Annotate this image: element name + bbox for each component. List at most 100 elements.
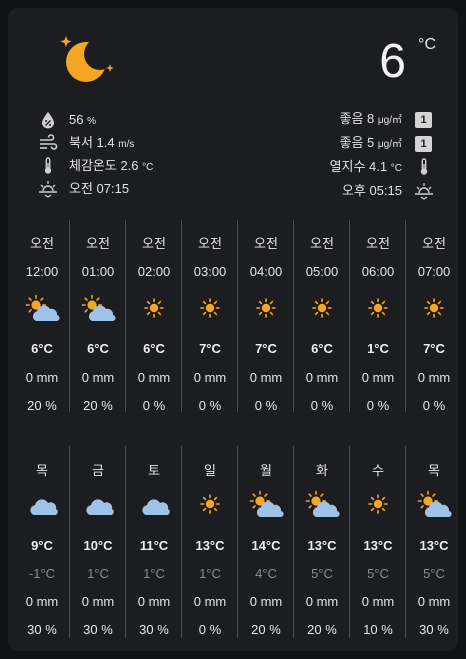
partly-cloudy-icon — [81, 294, 116, 322]
hour-temperature: 6°C — [311, 341, 333, 356]
partly-cloudy-icon — [249, 490, 284, 518]
day-precipitation: 0 mm — [193, 594, 227, 609]
day-low-temp: -1°C — [28, 566, 56, 581]
sunny-icon — [200, 494, 220, 514]
current-temperature: 6 — [379, 35, 406, 88]
weather-icon — [238, 489, 294, 519]
day-precip-probability: 0 % — [198, 622, 222, 637]
hour-temperature: 6°C — [87, 341, 109, 356]
day-high-temp: 9°C — [31, 538, 53, 553]
day-precip-probability: 30 % — [419, 622, 449, 637]
hour-time: 05:00 — [305, 264, 339, 279]
weather-icon — [182, 489, 238, 519]
pm25-value: 좋음 5 μg/㎥ — [339, 135, 403, 150]
day-label: 금 — [92, 463, 104, 478]
partly-cloudy-icon — [25, 294, 60, 322]
hour-ampm: 오전 — [310, 236, 334, 251]
daily-column: 목 13°C 5°C 0 mm 30 % — [406, 444, 458, 644]
hour-precipitation: 0 mm — [25, 370, 59, 385]
hour-temperature: 7°C — [255, 341, 277, 356]
day-precip-probability: 30 % — [139, 622, 169, 637]
humidity-value: 56 % — [69, 112, 96, 127]
hour-temperature: 7°C — [199, 341, 221, 356]
day-low-temp: 5°C — [423, 566, 445, 581]
hour-precip-probability: 20 % — [83, 398, 113, 413]
day-precip-probability: 10 % — [363, 622, 393, 637]
day-high-temp: 13°C — [307, 538, 337, 553]
hour-ampm: 오전 — [30, 236, 54, 251]
day-precipitation: 0 mm — [249, 594, 283, 609]
hourly-column: 오전 01:00 6°C 0 mm 20 % — [70, 218, 126, 418]
daily-column: 일 13°C 1°C 0 mm 0 % — [182, 444, 238, 644]
hour-time: 04:00 — [249, 264, 283, 279]
day-low-temp: 4°C — [255, 566, 277, 581]
hour-precipitation: 0 mm — [249, 370, 283, 385]
sunny-icon — [312, 298, 332, 318]
moon-stars-icon — [60, 36, 114, 82]
sunset-time: 오후 05:15 — [341, 183, 402, 198]
pm10-grade-badge: 1 — [415, 112, 432, 128]
hour-ampm: 오전 — [198, 236, 222, 251]
day-precipitation: 0 mm — [137, 594, 171, 609]
daily-forecast[interactable]: 목 9°C -1°C 0 mm 30 % 금 10°C 1°C 0 mm 30 % 토 11°C 1°C… — [8, 444, 458, 644]
hourly-column: 오전 05:00 6°C 0 mm 0 % — [294, 218, 350, 418]
hour-ampm: 오전 — [86, 236, 110, 251]
hour-ampm: 오전 — [422, 236, 446, 251]
daily-column: 수 13°C 5°C 0 mm 10 % — [350, 444, 406, 644]
weather-icon — [126, 489, 182, 519]
thermometer-icon — [44, 157, 52, 174]
sunrise-icon — [39, 181, 57, 198]
day-precipitation: 0 mm — [81, 594, 115, 609]
hour-precipitation: 0 mm — [417, 370, 451, 385]
weather-icon — [406, 489, 458, 519]
hourly-column: 오전 03:00 7°C 0 mm 0 % — [182, 218, 238, 418]
hour-time: 06:00 — [361, 264, 395, 279]
day-high-temp: 11°C — [139, 538, 169, 553]
daily-column: 화 13°C 5°C 0 mm 20 % — [294, 444, 350, 644]
weather-icon — [350, 489, 406, 519]
thermometer-icon — [420, 158, 428, 175]
hour-precipitation: 0 mm — [361, 370, 395, 385]
weather-icon — [70, 293, 126, 323]
hourly-forecast[interactable]: 오전 12:00 6°C 0 mm 20 % 오전 01:00 6°C 0 mm 20 % 오전 02… — [8, 218, 458, 418]
weather-icon — [294, 489, 350, 519]
weather-icon — [238, 293, 294, 323]
sunny-icon — [144, 298, 164, 318]
sunny-icon — [368, 494, 388, 514]
day-precip-probability: 20 % — [251, 622, 281, 637]
day-high-temp: 13°C — [419, 538, 449, 553]
day-high-temp: 13°C — [195, 538, 225, 553]
partly-cloudy-icon — [305, 490, 340, 518]
day-label: 목 — [36, 463, 48, 478]
day-high-temp: 14°C — [251, 538, 281, 553]
hour-precipitation: 0 mm — [193, 370, 227, 385]
day-label: 일 — [204, 463, 216, 478]
partly-cloudy-icon — [417, 490, 452, 518]
hour-precip-probability: 0 % — [254, 398, 278, 413]
sunrise-time: 오전 07:15 — [69, 181, 130, 196]
weather-card: 6 °C 56 % 북서 1.4 m/s 체감온도 2.6 °C 오전 07:1… — [8, 8, 458, 651]
day-high-temp: 10°C — [83, 538, 113, 553]
day-precipitation: 0 mm — [417, 594, 451, 609]
hour-time: 01:00 — [81, 264, 115, 279]
day-high-temp: 13°C — [363, 538, 393, 553]
hour-precip-probability: 0 % — [422, 398, 446, 413]
sunny-icon — [256, 298, 276, 318]
weather-icon — [182, 293, 238, 323]
hourly-column: 오전 12:00 6°C 0 mm 20 % — [14, 218, 70, 418]
hour-precip-probability: 0 % — [310, 398, 334, 413]
sunset-icon — [415, 183, 433, 200]
daily-column: 월 14°C 4°C 0 mm 20 % — [238, 444, 294, 644]
wind-value: 북서 1.4 m/s — [69, 135, 135, 150]
day-label: 수 — [372, 463, 384, 478]
day-label: 목 — [428, 463, 440, 478]
day-label: 화 — [316, 463, 328, 478]
wind-icon — [40, 134, 58, 150]
hourly-column: 오전 04:00 7°C 0 mm 0 % — [238, 218, 294, 418]
day-low-temp: 1°C — [199, 566, 221, 581]
hour-temperature: 1°C — [367, 341, 389, 356]
pm10-value: 좋음 8 μg/㎥ — [339, 111, 403, 126]
hour-precip-probability: 0 % — [142, 398, 166, 413]
day-label: 토 — [148, 463, 160, 478]
sunny-icon — [424, 298, 444, 318]
